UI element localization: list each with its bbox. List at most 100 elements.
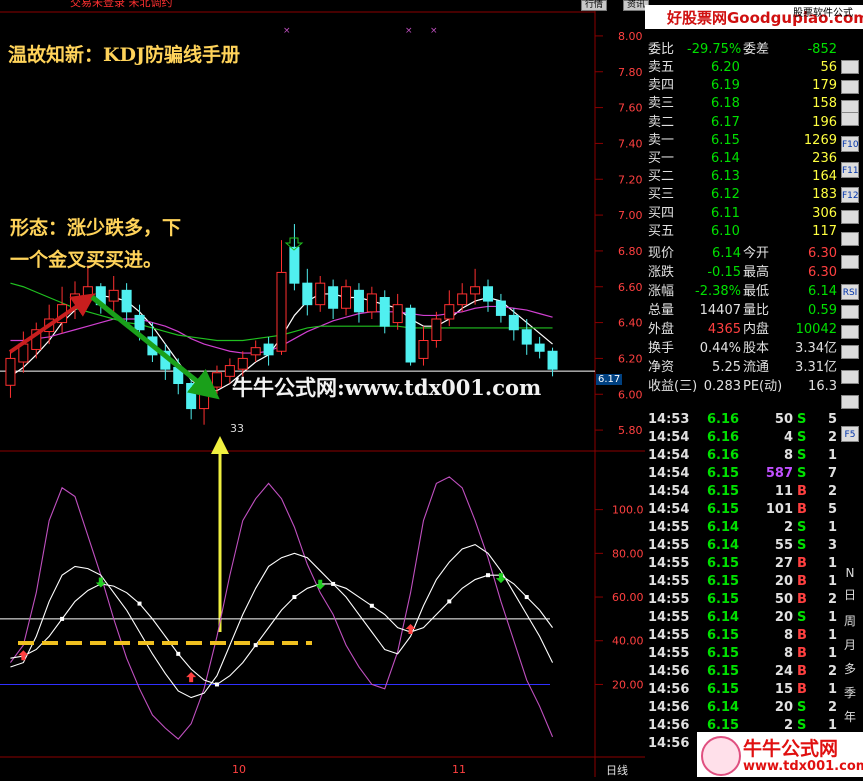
toolbar-icon[interactable] (841, 370, 859, 384)
tick-volume: 2 (783, 520, 793, 535)
tick-volume: 27 (774, 556, 793, 571)
sell-row: 卖四 6.19 179 (645, 76, 839, 95)
buy-volume: 183 (812, 187, 837, 203)
price-tick-label: 7.80 (618, 66, 643, 79)
stat-label: 量比 (743, 303, 770, 318)
candle-body (276, 271, 287, 352)
tick-price: 6.14 (707, 520, 740, 535)
tick-time: 14:55 (648, 574, 690, 589)
stat-value: 3.34亿 (795, 341, 837, 356)
tick-time: 14:55 (648, 520, 690, 535)
side-tool-11[interactable]: 季 (841, 684, 859, 701)
side-tool-2[interactable]: F11 (841, 162, 859, 178)
tick-row: 14:54 6.15 587 S 7 (645, 465, 839, 483)
sell-volume: 179 (812, 78, 837, 94)
kdj-line (10, 543, 554, 699)
sell-price: 6.19 (711, 78, 740, 94)
candle-body (186, 383, 197, 410)
buy-row: 买四 6.11 306 (645, 204, 839, 223)
stat-value: 0.59 (808, 303, 837, 318)
side-tool-9[interactable]: 月 (841, 636, 859, 653)
side-tool-10[interactable]: 多 (841, 660, 859, 677)
weicha-label: 委差 (743, 42, 770, 57)
kdj-tick-label: 80.00 (612, 547, 644, 560)
toolbar-icon[interactable] (841, 210, 859, 224)
tick-count: 1 (827, 628, 837, 643)
tick-time: 14:54 (648, 484, 690, 499)
stat-label: 流通 (743, 360, 770, 375)
tick-time: 14:55 (648, 592, 690, 607)
candle-body (211, 372, 222, 388)
sell-price: 6.18 (711, 96, 740, 112)
kdj-dot (292, 595, 297, 600)
buy-level-name: 买四 (648, 205, 675, 221)
side-tool-8[interactable]: 周 (841, 612, 859, 629)
side-tool-4[interactable]: RSI (841, 284, 859, 300)
tick-direction: S (797, 520, 807, 535)
toolbar-icon[interactable] (841, 60, 859, 74)
chart-area[interactable]: 8.00 7.80 7.60 7.40 7.20 7.00 6.80 6.60 6.40 6.20… (0, 0, 645, 777)
tick-time: 14:55 (648, 538, 690, 553)
stat-label: 内盘 (743, 322, 770, 337)
stat-value: 16.3 (808, 379, 837, 394)
tick-direction: S (797, 430, 807, 445)
toolbar-icon[interactable] (841, 255, 859, 269)
tick-volume: 15 (774, 682, 793, 697)
buy-row: 买一 6.14 236 (645, 149, 839, 168)
side-tool-12[interactable]: 年 (841, 708, 859, 725)
kdj-dot (60, 616, 65, 621)
tick-count: 1 (827, 574, 837, 589)
info-mark: × (405, 26, 413, 36)
tick-row: 14:55 6.15 8 B 1 (645, 645, 839, 663)
tick-volume: 24 (774, 664, 793, 679)
tick-direction: S (797, 610, 807, 625)
period-label[interactable]: 日线 (606, 762, 628, 778)
toolbar-icon[interactable] (841, 325, 859, 339)
low-value-label: 33 (230, 422, 244, 435)
candle-body (237, 357, 248, 370)
tick-row: 14:55 6.15 27 B 1 (645, 555, 839, 573)
side-tool-3[interactable]: F12 (841, 187, 859, 203)
brand-banner: 好股票网Goodgupiao.com 股票软件公式 (645, 5, 863, 29)
tick-row: 14:54 6.15 101 B 5 (645, 501, 839, 519)
tick-row: 14:53 6.16 50 S 5 (645, 411, 839, 429)
tick-direction: S (797, 412, 807, 427)
toolbar-icon[interactable] (841, 232, 859, 246)
price-tick-label: 6.20 (618, 352, 643, 365)
quote-panel: 行情 资讯 好股票网Goodgupiao.com 股票软件公式 委比 -29.75… (581, 0, 863, 777)
tick-volume: 20 (774, 700, 793, 715)
toolbar-icon[interactable] (841, 305, 859, 319)
candle-body (366, 293, 377, 313)
tick-price: 6.14 (707, 610, 740, 625)
watermark-text: 牛牛公式网:www.tdx001.com (232, 375, 542, 400)
tick-price: 6.15 (707, 484, 740, 499)
toolbar-icon[interactable] (841, 80, 859, 94)
stat-value: -2.38% (695, 284, 741, 299)
kdj-line (10, 574, 553, 686)
toolbar-icon[interactable] (841, 112, 859, 126)
toolbar-icon[interactable] (841, 395, 859, 409)
site-logo: 牛牛公式网 www.tdx001.com (697, 732, 863, 777)
tick-count: 5 (827, 412, 837, 427)
candle-body (379, 297, 390, 327)
side-tool-6[interactable]: N (841, 566, 859, 580)
price-tick-label: 5.80 (618, 424, 643, 437)
tick-price: 6.14 (707, 538, 740, 553)
candle-body (418, 340, 429, 359)
buy-price: 6.11 (711, 205, 740, 221)
logo-url: www.tdx001.com (743, 759, 863, 774)
tick-price: 6.16 (707, 430, 740, 445)
tick-volume: 20 (774, 610, 793, 625)
uptrend-arrow (8, 293, 96, 354)
stat-value: 0.44% (699, 341, 741, 356)
tick-time: 14:55 (648, 628, 690, 643)
side-tool-7[interactable]: 日 (841, 586, 859, 603)
tick-count: 2 (827, 700, 837, 715)
tab-market[interactable]: 行情 (581, 0, 608, 11)
side-tool-5[interactable]: F5 (841, 426, 859, 442)
side-tool-1[interactable]: F10 (841, 136, 859, 152)
logo-text: 牛牛公式网 (743, 738, 839, 760)
kdj-dot (486, 573, 491, 578)
sell-row: 卖二 6.17 196 (645, 113, 839, 132)
toolbar-icon[interactable] (841, 345, 859, 359)
